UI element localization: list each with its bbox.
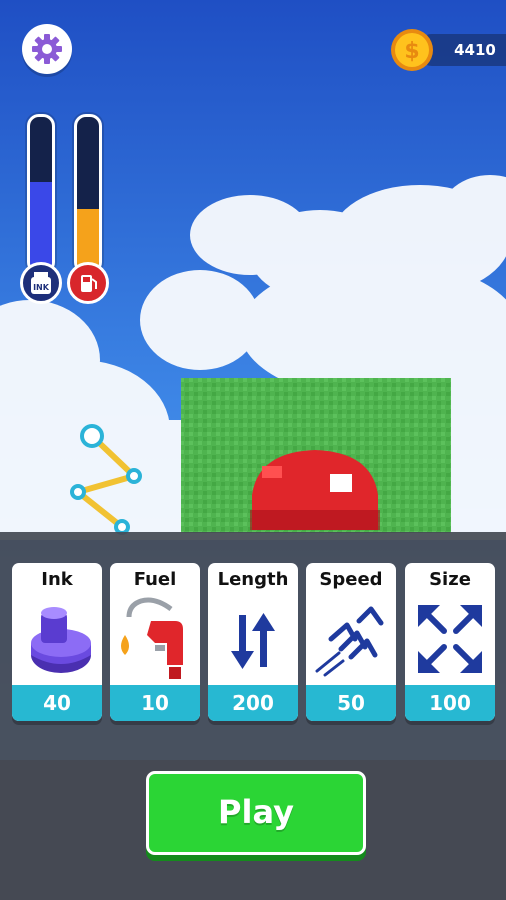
upgrade-card-size[interactable]: Size 100 (405, 563, 495, 721)
upgrade-title: Length (217, 569, 289, 590)
coin-icon: $ (391, 29, 433, 71)
upgrade-card-speed[interactable]: Speed 50 (306, 563, 396, 721)
upgrade-card-fuel[interactable]: Fuel 10 (110, 563, 200, 721)
ink-meter (27, 114, 55, 274)
upgrade-value: 50 (306, 685, 396, 721)
play-button[interactable]: Play (146, 771, 366, 855)
fuel-pump-icon (81, 275, 97, 292)
coin-count: 4410 (454, 41, 496, 59)
speed-lines-icon (315, 606, 384, 677)
coin-counter: $ 4410 (390, 28, 506, 72)
ink-jar-icon: INK (31, 272, 51, 294)
upgrade-value: 100 (405, 685, 495, 721)
svg-text:$: $ (404, 39, 419, 64)
settings-button[interactable] (22, 24, 72, 74)
upgrade-card-length[interactable]: Length 200 (208, 563, 298, 721)
up-down-arrows-icon (231, 613, 275, 669)
upgrade-card-ink[interactable]: Ink 40 (12, 563, 102, 721)
ink-bottle-icon (31, 607, 91, 673)
ink-badge: INK (20, 262, 62, 304)
fuel-meter (74, 114, 102, 274)
expand-arrows-icon (418, 605, 482, 673)
upgrade-title: Fuel (133, 569, 177, 590)
ink-badge-label: INK (33, 283, 50, 292)
upgrade-value: 10 (110, 685, 200, 721)
fuel-badge (67, 262, 109, 304)
fuel-nozzle-icon (121, 597, 183, 679)
upgrade-title: Size (429, 569, 471, 590)
ink-meter-fill (30, 181, 52, 271)
upgrade-title: Speed (319, 569, 383, 590)
upgrade-value: 200 (208, 685, 298, 721)
gear-icon (32, 34, 62, 64)
upgrade-value: 40 (12, 685, 102, 721)
upgrade-title: Ink (41, 569, 73, 590)
